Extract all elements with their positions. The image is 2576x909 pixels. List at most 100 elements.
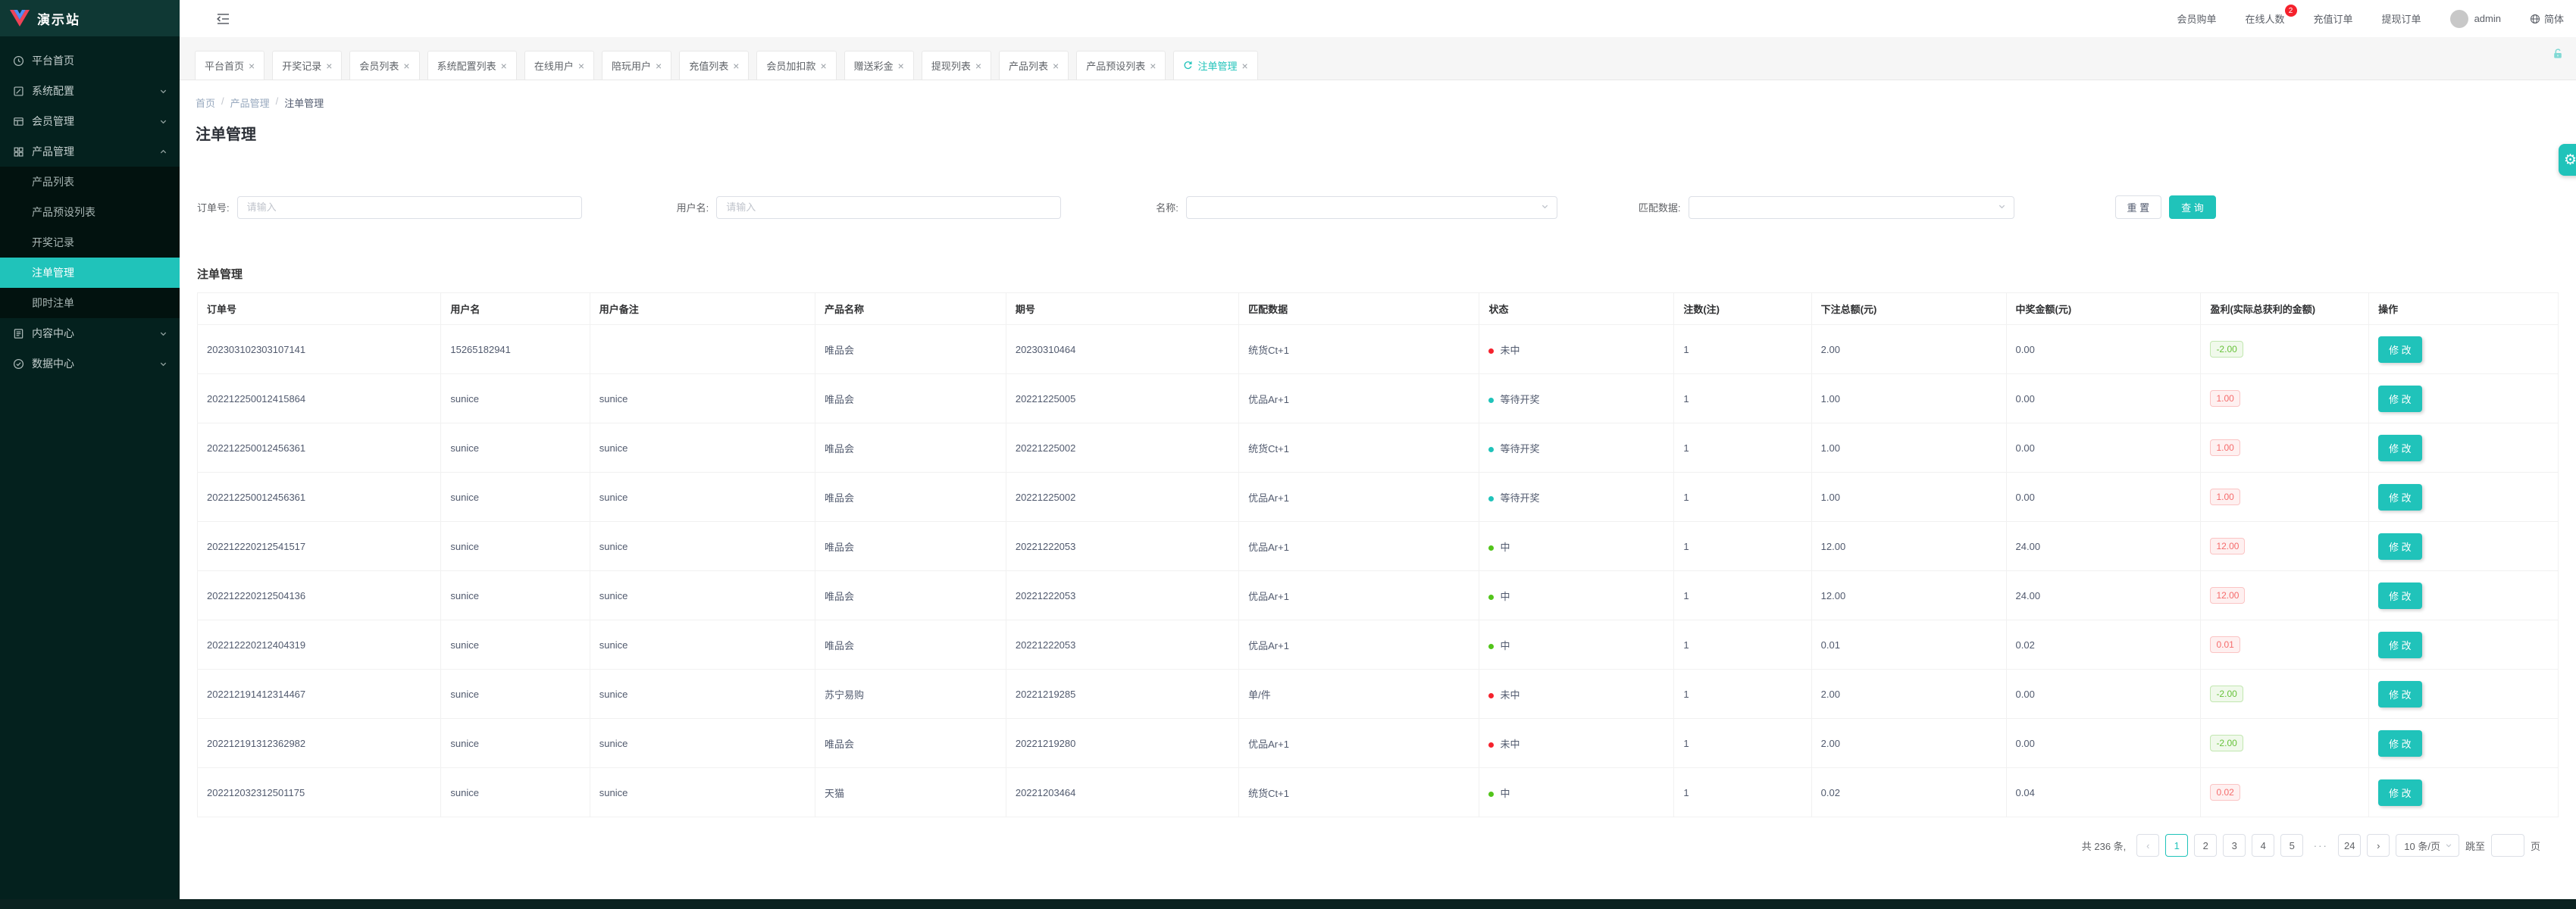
search-button[interactable]: 查 询 xyxy=(2169,195,2216,219)
cell-profit: -2.00 xyxy=(2201,670,2369,719)
config-icon xyxy=(12,85,24,97)
topbar-link-1[interactable]: 在线人数2 xyxy=(2246,11,2285,26)
sidebar-item-2[interactable]: 会员管理 xyxy=(0,106,180,136)
page-button-2[interactable]: 2 xyxy=(2194,834,2217,857)
match-data-select[interactable] xyxy=(1689,196,2014,219)
tab-7[interactable]: 会员加扣款× xyxy=(756,51,836,80)
topbar-link-2[interactable]: 充值订单 xyxy=(2314,11,2353,26)
tab-3[interactable]: 系统配置列表× xyxy=(427,51,517,80)
sidebar-item-9[interactable]: 内容中心 xyxy=(0,318,180,348)
user-menu[interactable]: admin xyxy=(2450,10,2501,28)
tab-4[interactable]: 在线用户× xyxy=(524,51,594,80)
sidebar-item-3[interactable]: 产品管理 xyxy=(0,136,180,167)
breadcrumb-item-2[interactable]: 注单管理 xyxy=(284,95,324,110)
tab-6[interactable]: 充值列表× xyxy=(679,51,749,80)
reset-button[interactable]: 重 置 xyxy=(2115,195,2162,219)
sidebar-item-8[interactable]: 即时注单 xyxy=(0,288,180,318)
close-icon[interactable]: × xyxy=(403,61,409,71)
tab-9[interactable]: 提现列表× xyxy=(922,51,991,80)
page-button-3[interactable]: 3 xyxy=(2223,834,2246,857)
close-icon[interactable]: × xyxy=(733,61,739,71)
page-button-5[interactable]: 5 xyxy=(2280,834,2303,857)
cell-match: 统货Ct+1 xyxy=(1239,768,1479,817)
sidebar-collapse-icon[interactable] xyxy=(216,13,230,25)
edit-button[interactable]: 修 改 xyxy=(2378,583,2422,609)
chevron-down-icon xyxy=(1541,201,1549,213)
page-button-4[interactable]: 4 xyxy=(2252,834,2274,857)
breadcrumb-item-1[interactable]: 产品管理 xyxy=(230,95,270,110)
language-switcher[interactable]: 简体 xyxy=(2530,11,2564,26)
close-icon[interactable]: × xyxy=(249,61,255,71)
cell-order_no: 202212032312501175 xyxy=(198,768,441,817)
edit-button[interactable]: 修 改 xyxy=(2378,484,2422,511)
topbar-link-3[interactable]: 提现订单 xyxy=(2382,11,2421,26)
topbar-link-0[interactable]: 会员购单 xyxy=(2177,11,2217,26)
cell-order_no: 202212220212541517 xyxy=(198,522,441,571)
tab-2[interactable]: 会员列表× xyxy=(349,51,419,80)
tab-10[interactable]: 产品列表× xyxy=(999,51,1069,80)
tab-8[interactable]: 赠送彩金× xyxy=(844,51,914,80)
sidebar-item-4[interactable]: 产品列表 xyxy=(0,167,180,197)
refresh-icon[interactable] xyxy=(1183,61,1193,70)
sidebar-item-7[interactable]: 注单管理 xyxy=(0,258,180,288)
profit-badge: 12.00 xyxy=(2210,538,2245,554)
sidebar-item-label: 即时注单 xyxy=(32,295,167,311)
breadcrumb-item-0[interactable]: 首页 xyxy=(196,95,215,110)
tab-0[interactable]: 平台首页× xyxy=(195,51,264,80)
username-input[interactable] xyxy=(716,196,1061,219)
close-icon[interactable]: × xyxy=(501,61,507,71)
profit-badge: 1.00 xyxy=(2210,390,2240,407)
edit-button[interactable]: 修 改 xyxy=(2378,730,2422,757)
sidebar-item-10[interactable]: 数据中心 xyxy=(0,348,180,379)
app-logo[interactable]: 演示站 xyxy=(0,0,180,36)
cell-issue: 20221225005 xyxy=(1006,374,1238,423)
sidebar-item-1[interactable]: 系统配置 xyxy=(0,76,180,106)
name-select[interactable] xyxy=(1186,196,1557,219)
close-icon[interactable]: × xyxy=(1053,61,1059,71)
page-size-select[interactable]: 10 条/页 xyxy=(2396,834,2459,857)
edit-button[interactable]: 修 改 xyxy=(2378,336,2422,363)
cell-status: 中 xyxy=(1479,768,1674,817)
lock-open-icon[interactable] xyxy=(2552,48,2564,64)
cell-username: 15265182941 xyxy=(441,325,590,374)
edit-button[interactable]: 修 改 xyxy=(2378,386,2422,412)
sidebar-item-6[interactable]: 开奖记录 xyxy=(0,227,180,258)
close-icon[interactable]: × xyxy=(1241,61,1247,71)
tab-1[interactable]: 开奖记录× xyxy=(272,51,342,80)
edit-button[interactable]: 修 改 xyxy=(2378,533,2422,560)
close-icon[interactable]: × xyxy=(326,61,332,71)
jump-page-input[interactable] xyxy=(2491,834,2524,857)
tab-11[interactable]: 产品预设列表× xyxy=(1076,51,1166,80)
sidebar-menu: 平台首页系统配置会员管理产品管理产品列表产品预设列表开奖记录注单管理即时注单内容… xyxy=(0,36,180,379)
prev-page-button[interactable]: ‹ xyxy=(2136,834,2159,857)
cell-status: 等待开奖 xyxy=(1479,374,1674,423)
chevron-down-icon xyxy=(2445,842,2452,849)
edit-button[interactable]: 修 改 xyxy=(2378,779,2422,806)
tab-5[interactable]: 陪玩用户× xyxy=(602,51,671,80)
cell-win: 0.04 xyxy=(2006,768,2201,817)
close-icon[interactable]: × xyxy=(656,61,662,71)
close-icon[interactable]: × xyxy=(578,61,584,71)
cell-product: 唯品会 xyxy=(815,620,1006,670)
settings-gear-button[interactable]: ⚙ xyxy=(2559,144,2576,176)
cell-amount: 12.00 xyxy=(1811,522,2006,571)
close-icon[interactable]: × xyxy=(975,61,981,71)
order-no-input[interactable] xyxy=(237,196,582,219)
sidebar-item-5[interactable]: 产品预设列表 xyxy=(0,197,180,227)
breadcrumb-separator: / xyxy=(276,95,279,110)
sidebar-item-0[interactable]: 平台首页 xyxy=(0,45,180,76)
edit-button[interactable]: 修 改 xyxy=(2378,632,2422,658)
next-page-button[interactable]: › xyxy=(2367,834,2390,857)
edit-button[interactable]: 修 改 xyxy=(2378,681,2422,708)
close-icon[interactable]: × xyxy=(820,61,826,71)
page-button-24[interactable]: 24 xyxy=(2338,834,2361,857)
table-row: 20230310230310714115265182941唯品会20230310… xyxy=(198,325,2559,374)
page-button-1[interactable]: 1 xyxy=(2165,834,2188,857)
cell-win: 24.00 xyxy=(2006,571,2201,620)
cell-order_no: 202212250012456361 xyxy=(198,473,441,522)
tab-12[interactable]: 注单管理× xyxy=(1173,51,1257,80)
edit-button[interactable]: 修 改 xyxy=(2378,435,2422,461)
close-icon[interactable]: × xyxy=(898,61,904,71)
cell-win: 0.00 xyxy=(2006,473,2201,522)
close-icon[interactable]: × xyxy=(1150,61,1156,71)
